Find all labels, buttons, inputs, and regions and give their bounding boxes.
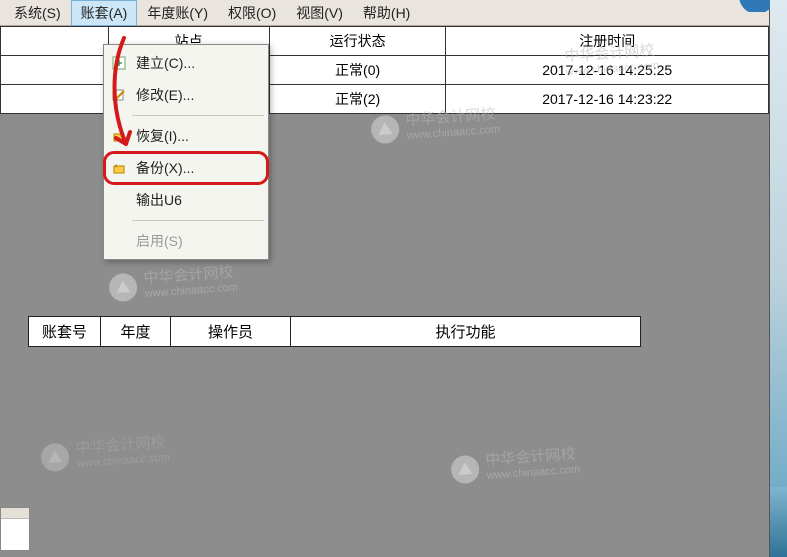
menu-system[interactable]: 系统(S) <box>4 0 71 26</box>
new-icon <box>112 56 126 70</box>
watermark-logo-icon <box>107 271 139 303</box>
background-mini-window <box>0 507 30 551</box>
watermark: 中华会计网校 www.chinaacc.com <box>39 434 170 474</box>
watermark-url: www.chinaacc.com <box>76 451 170 471</box>
col-header-operator: 操作员 <box>171 317 291 347</box>
dd-modify[interactable]: 修改(E)... <box>104 79 268 111</box>
cell-blank <box>1 56 109 85</box>
watermark-text: 中华会计网校 <box>485 446 576 469</box>
watermark: 中华会计网校 www.chinaacc.com <box>449 446 580 486</box>
backup-icon <box>112 161 126 175</box>
watermark-text: 中华会计网校 <box>143 264 234 287</box>
watermark-logo-icon <box>449 453 481 485</box>
restore-icon <box>112 129 126 143</box>
watermark-text: 中华会计网校 <box>75 434 166 457</box>
menu-view[interactable]: 视图(V) <box>286 0 353 26</box>
menu-help[interactable]: 帮助(H) <box>353 0 420 26</box>
task-table: 账套号 年度 操作员 执行功能 <box>28 316 641 347</box>
watermark-url: www.chinaacc.com <box>406 123 500 143</box>
menu-year[interactable]: 年度账(Y) <box>137 0 218 26</box>
task-table-wrap: 账套号 年度 操作员 执行功能 <box>0 316 769 347</box>
dd-separator <box>132 220 264 221</box>
dd-label: 修改(E)... <box>136 87 194 103</box>
dd-export-u6[interactable]: 输出U6 <box>104 184 268 216</box>
cell-regtime: 2017-12-16 14:23:22 <box>446 85 769 114</box>
cell-blank <box>1 85 109 114</box>
col-header-status: 运行状态 <box>269 27 446 56</box>
menu-account-set[interactable]: 账套(A) <box>71 0 138 26</box>
menu-permission[interactable]: 权限(O) <box>218 0 286 26</box>
watermark-url: www.chinaacc.com <box>486 463 580 483</box>
cell-regtime: 2017-12-16 14:25:25 <box>446 56 769 85</box>
app-window: 系统(S) 账套(A) 年度账(Y) 权限(O) 视图(V) 帮助(H) 站点 … <box>0 0 770 557</box>
cell-status: 正常(2) <box>269 85 446 114</box>
edit-icon <box>112 88 126 102</box>
dd-separator <box>132 115 264 116</box>
brand-corner-icon <box>733 0 773 12</box>
background-sliver <box>770 0 787 557</box>
dd-backup[interactable]: 备份(X)... <box>104 152 268 184</box>
dd-restore[interactable]: 恢复(I)... <box>104 120 268 152</box>
watermark-logo-icon <box>39 441 71 473</box>
table-header-row: 账套号 年度 操作员 执行功能 <box>29 317 641 347</box>
col-header-year: 年度 <box>101 317 171 347</box>
col-header-regtime: 注册时间 <box>446 27 769 56</box>
watermark-url: www.chinaacc.com <box>144 281 238 301</box>
cell-status: 正常(0) <box>269 56 446 85</box>
col-header-account-no: 账套号 <box>29 317 101 347</box>
col-header-blank <box>1 27 109 56</box>
watermark: 中华会计网校 www.chinaacc.com <box>107 264 238 304</box>
watermark-logo-icon <box>369 113 401 145</box>
dd-label: 备份(X)... <box>136 160 194 176</box>
dd-label: 恢复(I)... <box>136 128 189 144</box>
menubar: 系统(S) 账套(A) 年度账(Y) 权限(O) 视图(V) 帮助(H) <box>0 0 769 26</box>
col-header-function: 执行功能 <box>291 317 641 347</box>
dd-label: 建立(C)... <box>136 55 195 71</box>
dd-enable: 启用(S) <box>104 225 268 257</box>
account-set-dropdown: 建立(C)... 修改(E)... 恢复(I)... 备份(X)... 输出U6 <box>103 44 269 260</box>
dd-label: 输出U6 <box>136 192 182 208</box>
dd-create[interactable]: 建立(C)... <box>104 47 268 79</box>
dd-label: 启用(S) <box>136 233 183 249</box>
